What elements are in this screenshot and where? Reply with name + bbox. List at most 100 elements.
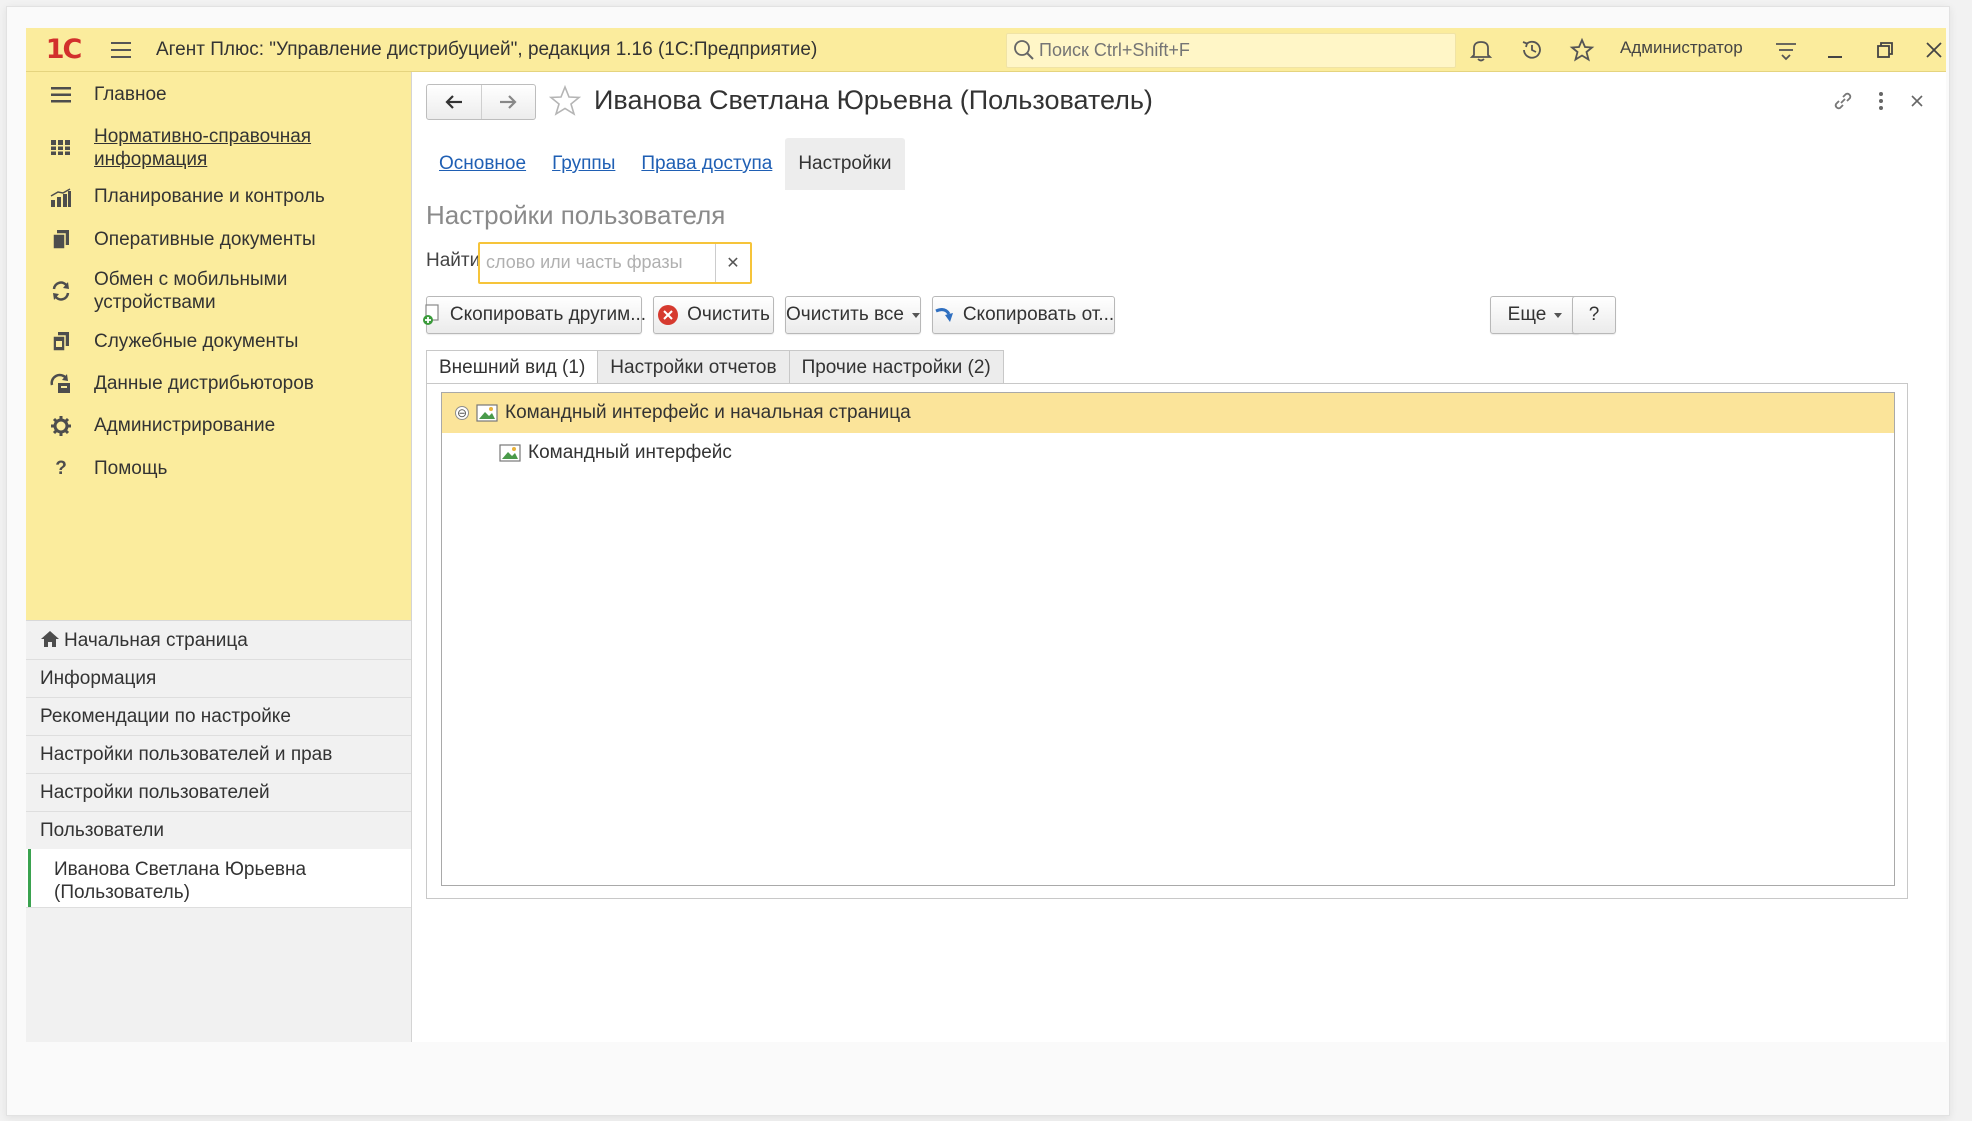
history-icon[interactable] (1519, 37, 1545, 63)
tab-other-settings[interactable]: Прочие настройки (2) (788, 350, 1004, 385)
open-window-label: Информация (40, 668, 157, 689)
1c-logo[interactable]: 1С (40, 34, 86, 65)
sections-panel: Главное Нормативно-справочная информация … (26, 72, 411, 620)
find-field[interactable]: ✕ (478, 242, 752, 284)
close-form-icon[interactable] (1904, 88, 1930, 114)
copy-from-button[interactable]: Скопировать от... (932, 296, 1115, 334)
clear-find-icon[interactable]: ✕ (715, 244, 750, 282)
global-search[interactable] (1006, 33, 1456, 68)
restore-icon[interactable] (1872, 37, 1898, 63)
section-administration[interactable]: Администрирование (26, 404, 411, 446)
tree-row-label: Командный интерфейс (528, 442, 732, 463)
favorites-star-icon[interactable] (1569, 37, 1595, 63)
chevron-down-icon (911, 312, 920, 318)
open-window-home[interactable]: Начальная страница (26, 621, 411, 660)
settings-menu-icon[interactable] (1773, 37, 1799, 63)
form-title: Иванова Светлана Юрьевна (Пользователь) (594, 85, 1153, 115)
title-bar: 1С Агент Плюс: "Управление дистрибуцией"… (26, 28, 1946, 72)
section-reference-info[interactable]: Нормативно-справочная информация (26, 116, 411, 174)
open-window-label: Рекомендации по настройке (40, 706, 291, 727)
section-label-line2: устройствами (94, 292, 216, 313)
tree-row[interactable]: Командный интерфейс (442, 433, 1894, 473)
more-actions-icon[interactable] (1868, 88, 1894, 114)
copy-from-arrow-icon (933, 304, 955, 326)
open-window-label: Начальная страница (64, 630, 248, 651)
tab-report-settings[interactable]: Настройки отчетов (597, 350, 790, 385)
section-service-docs[interactable]: Служебные документы (26, 320, 411, 362)
settings-tree[interactable]: ⊖ Командный интерфейс и начальная страни… (441, 392, 1895, 886)
open-window-recommendations[interactable]: Рекомендации по настройке (26, 697, 411, 736)
section-operational-docs[interactable]: Оперативные документы (26, 218, 411, 260)
section-mobile-exchange[interactable]: Обмен с мобильными устройствами (26, 260, 411, 320)
tab-settings[interactable]: Настройки (785, 138, 905, 190)
distributor-icon (48, 371, 74, 397)
global-search-input[interactable] (1039, 39, 1439, 61)
tab-appearance[interactable]: Внешний вид (1) (426, 350, 599, 386)
section-main[interactable]: Главное (26, 72, 411, 116)
section-distributor-data[interactable]: Данные дистрибьюторов (26, 362, 411, 404)
arrow-right-icon (500, 95, 517, 109)
section-label-line1: Обмен с мобильными (94, 269, 288, 290)
section-label: Администрирование (94, 415, 276, 436)
search-icon (1014, 40, 1034, 60)
clear-all-button[interactable]: Очистить все (785, 296, 921, 334)
app-title: Агент Плюс: "Управление дистрибуцией", р… (156, 39, 818, 60)
clear-red-icon (657, 304, 679, 326)
gear-icon (48, 413, 74, 439)
open-window-info[interactable]: Информация (26, 659, 411, 698)
section-label: Нормативно-справочная информация (94, 125, 311, 171)
form-tabs: Основное Группы Права доступа Настройки (426, 138, 905, 190)
link-icon[interactable] (1830, 88, 1856, 114)
user-form: Иванова Светлана Юрьевна (Пользователь) … (412, 72, 1946, 1042)
copy-add-icon (422, 304, 442, 326)
sync-icon (48, 278, 74, 304)
tab-main[interactable]: Основное (426, 138, 539, 190)
open-window-user-settings[interactable]: Настройки пользователей (26, 773, 411, 812)
app-window: 1С Агент Плюс: "Управление дистрибуцией"… (26, 28, 1946, 1042)
section-label: Данные дистрибьюторов (94, 373, 314, 394)
grid-book-icon (48, 134, 74, 160)
copy-to-others-button[interactable]: Скопировать другим... (422, 296, 646, 334)
open-window-label: Пользователи (40, 820, 165, 841)
find-input[interactable] (486, 250, 716, 274)
home-icon (41, 631, 59, 647)
section-planning[interactable]: Планирование и контроль (26, 174, 411, 218)
back-button[interactable] (427, 85, 481, 119)
button-label: ? (1588, 304, 1600, 325)
more-button[interactable]: Еще (1490, 296, 1580, 334)
open-windows-panel: Начальная страница Информация Рекомендац… (26, 620, 411, 1042)
section-label: Планирование и контроль (94, 186, 325, 207)
add-to-favorites-star-icon[interactable] (548, 84, 582, 118)
forward-button[interactable] (480, 85, 536, 119)
open-window-label-line1: Иванова Светлана Юрьевна (54, 859, 307, 880)
picture-icon (499, 444, 521, 462)
clear-button[interactable]: Очистить (653, 296, 774, 334)
main-menu-icon[interactable] (108, 36, 136, 64)
service-docs-icon (48, 329, 74, 355)
documents-icon (48, 227, 74, 253)
menu-lines-icon (48, 82, 74, 108)
find-label: Найти: (426, 250, 486, 271)
settings-tabs: Внешний вид (1) Настройки отчетов Прочие… (426, 350, 1004, 386)
section-title: Настройки пользователя (426, 200, 726, 230)
question-icon: ? (55, 458, 67, 479)
section-help[interactable]: ? Помощь (26, 446, 411, 490)
open-window-users-rights[interactable]: Настройки пользователей и прав (26, 735, 411, 774)
picture-icon (476, 404, 498, 422)
tree-row[interactable]: ⊖ Командный интерфейс и начальная страни… (442, 393, 1894, 433)
close-window-icon[interactable] (1921, 37, 1946, 63)
help-button[interactable]: ? (1572, 296, 1616, 334)
collapse-icon[interactable]: ⊖ (455, 406, 469, 420)
open-window-current-user[interactable]: Иванова Светлана Юрьевна (Пользователь) (26, 849, 411, 908)
bell-icon[interactable] (1468, 37, 1494, 63)
section-label: Служебные документы (94, 331, 299, 352)
current-user[interactable]: Администратор (1620, 38, 1743, 58)
tab-groups[interactable]: Группы (539, 138, 628, 190)
tab-access-rights[interactable]: Права доступа (628, 138, 785, 190)
section-label: Помощь (94, 458, 168, 479)
button-label: Скопировать от... (962, 304, 1115, 325)
minimize-icon[interactable] (1822, 37, 1848, 63)
open-window-users[interactable]: Пользователи (26, 811, 411, 850)
section-label: Оперативные документы (94, 229, 316, 250)
chevron-down-icon (1554, 312, 1563, 318)
